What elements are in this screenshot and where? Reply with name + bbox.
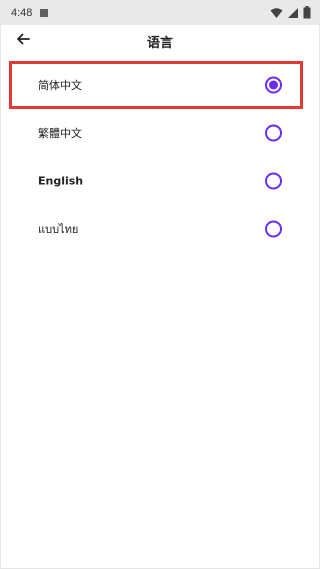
toolbar: 语言	[1, 25, 319, 55]
radio-button[interactable]	[265, 124, 282, 142]
radio-button[interactable]	[265, 172, 282, 190]
signal-icon	[288, 7, 298, 18]
language-label: แบบไทย	[38, 223, 79, 236]
wifi-icon	[270, 7, 283, 18]
status-icons	[270, 6, 311, 19]
radio-button[interactable]	[265, 220, 282, 238]
language-label: 繁體中文	[38, 127, 82, 140]
language-option-thai[interactable]: แบบไทย	[1, 205, 319, 253]
language-option-english[interactable]: English	[1, 157, 319, 205]
page-title: 语言	[146, 36, 173, 51]
screen: 4:48 语言 简体中文 繁體中文 English แบบไทย	[0, 0, 320, 569]
battery-icon	[303, 6, 311, 19]
language-option-zh-hant[interactable]: 繁體中文	[1, 109, 319, 157]
app-notification-icon	[40, 9, 49, 17]
status-time: 4:48	[11, 7, 33, 19]
language-label: English	[38, 174, 84, 188]
radio-button-selected[interactable]	[265, 76, 282, 94]
language-option-zh-hans[interactable]: 简体中文	[1, 61, 319, 109]
language-label: 简体中文	[38, 79, 82, 92]
status-bar: 4:48	[1, 1, 319, 25]
language-list: 简体中文 繁體中文 English แบบไทย	[1, 61, 319, 253]
